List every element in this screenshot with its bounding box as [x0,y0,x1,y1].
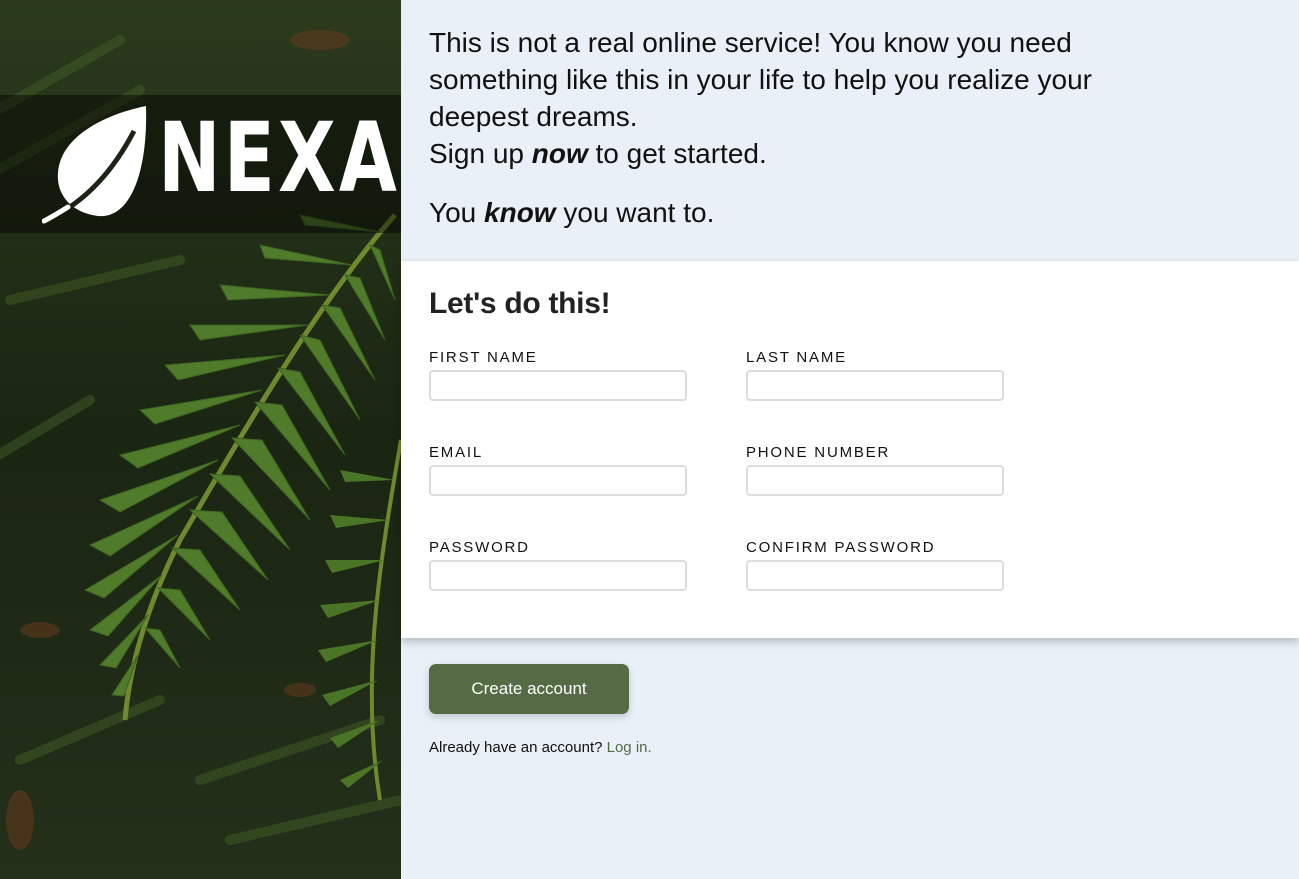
leaf-icon [42,106,147,224]
password-label: PASSWORD [429,539,530,556]
password-input[interactable] [429,560,687,591]
phone-field-group: PHONE NUMBER [746,444,1004,496]
intro-emphasis-know: know [484,197,556,228]
intro-emphasis-now: now [531,138,588,169]
email-field-group: EMAIL [429,444,687,496]
intro-copy: This is not a real online service! You k… [429,24,1189,231]
intro-text-1: This is not a real online service! You k… [429,27,1093,132]
signup-form-card: Let's do this! FIRST NAME LAST NAME EMAI… [401,261,1299,638]
create-account-button[interactable]: Create account [429,664,629,714]
login-prompt-text: Already have an account? [429,739,607,756]
intro-paragraph-1: This is not a real online service! You k… [429,24,1189,172]
confirm-password-input[interactable] [746,560,1004,591]
last-name-label: LAST NAME [746,349,847,366]
first-name-input[interactable] [429,370,687,401]
login-prompt: Already have an account? Log in. [429,739,652,756]
fern-background-image: NEXA [0,0,401,879]
last-name-input[interactable] [746,370,1004,401]
confirm-password-field-group: CONFIRM PASSWORD [746,539,1004,591]
first-name-field-group: FIRST NAME [429,349,687,401]
intro-text-want: you want to. [555,197,715,228]
form-heading: Let's do this! [429,287,611,320]
password-field-group: PASSWORD [429,539,687,591]
signup-page: NEXA This is not a real online service! … [0,0,1299,879]
intro-text-signup-before: Sign up [429,138,532,169]
brand-logo-text: NEXA [158,102,400,214]
email-label: EMAIL [429,444,484,461]
last-name-field-group: LAST NAME [746,349,1004,401]
intro-paragraph-2: You know you want to. [429,194,1189,231]
phone-number-label: PHONE NUMBER [746,444,891,461]
email-input[interactable] [429,465,687,496]
first-name-label: FIRST NAME [429,349,538,366]
login-link[interactable]: Log in. [607,739,652,756]
phone-number-input[interactable] [746,465,1004,496]
intro-text-signup-after: to get started. [587,138,767,169]
confirm-password-label: CONFIRM PASSWORD [746,539,936,556]
intro-text-you: You [429,197,485,228]
